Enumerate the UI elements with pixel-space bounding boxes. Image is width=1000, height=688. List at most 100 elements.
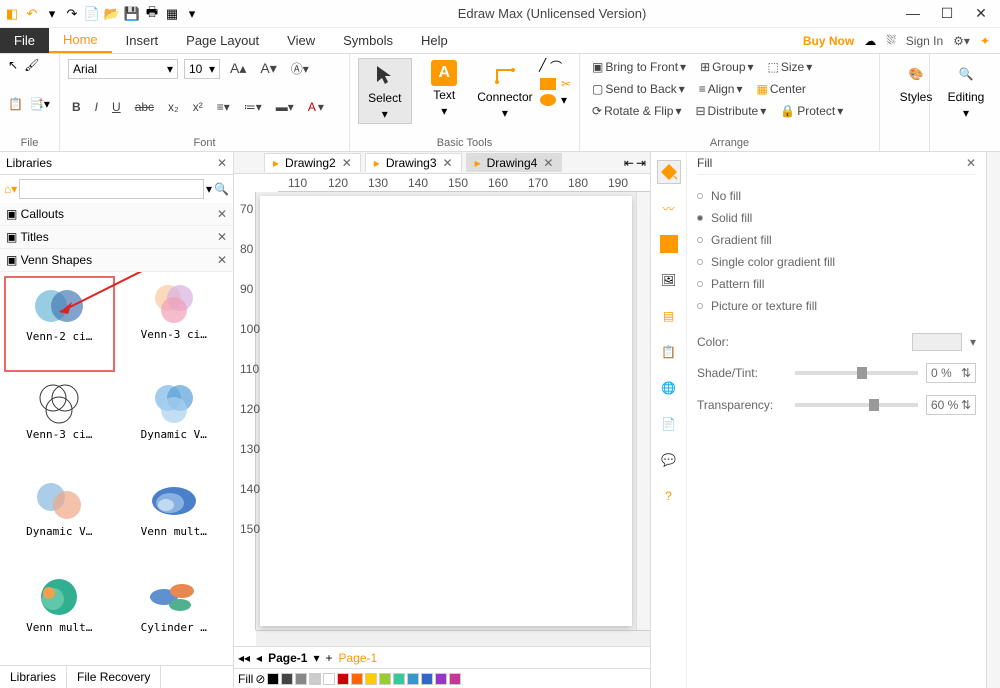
transparency-slider[interactable]	[795, 403, 918, 407]
doc-tab-1[interactable]: ▸Drawing2✕	[264, 153, 361, 172]
radio-texture-fill[interactable]: Picture or texture fill	[697, 295, 976, 317]
buy-now-link[interactable]: Buy Now	[803, 34, 854, 48]
line-tool[interactable]: ╱	[539, 58, 546, 75]
shape-venn-mult2[interactable]: Venn mult…	[4, 569, 115, 661]
nav-right-icon[interactable]: ⇥	[636, 156, 646, 170]
swatch[interactable]	[267, 673, 279, 685]
increase-font-icon[interactable]: A▴	[226, 58, 250, 79]
rect-tool[interactable]	[539, 77, 557, 91]
section-venn[interactable]: ▣ Venn Shapes✕	[0, 249, 233, 272]
group-button[interactable]: ⊞ Group ▾	[696, 58, 757, 76]
editing-button[interactable]: 🔍 Editing▾	[938, 58, 994, 122]
shape-venn3-outline[interactable]: Venn-3 ci…	[4, 376, 115, 468]
shapes-more-icon[interactable]: ▾	[561, 93, 567, 107]
italic-icon[interactable]: I	[91, 98, 102, 116]
shade-value[interactable]: 0 %⇅	[926, 363, 976, 383]
tab-page-layout[interactable]: Page Layout	[172, 29, 273, 52]
ellipse-tool[interactable]	[539, 93, 557, 107]
protect-button[interactable]: 🔒 Protect ▾	[776, 102, 847, 120]
bring-front-button[interactable]: ▣ Bring to Front ▾	[588, 58, 690, 76]
minimize-button[interactable]: —	[904, 5, 922, 22]
bold-icon[interactable]: B	[68, 98, 85, 116]
transparency-value[interactable]: 60 %⇅	[926, 395, 976, 415]
swatch[interactable]	[449, 673, 461, 685]
qat-more-icon[interactable]: ▾	[184, 6, 200, 22]
globe-icon[interactable]: 🌐	[657, 376, 681, 400]
font-color-icon[interactable]: A▾	[304, 98, 328, 116]
shape-venn-mult1[interactable]: Venn mult…	[119, 473, 230, 565]
search-dropdown-icon[interactable]: ▾	[206, 182, 212, 196]
add-page-icon[interactable]: +	[325, 651, 332, 665]
settings-icon[interactable]: ⚙▾	[953, 34, 970, 48]
copy-icon[interactable]: 📑▾	[29, 97, 50, 111]
shade-slider[interactable]	[795, 371, 918, 375]
maximize-button[interactable]: ☐	[938, 5, 956, 22]
radio-solid-fill[interactable]: Solid fill	[697, 207, 976, 229]
close-icon[interactable]: ✕	[342, 156, 352, 170]
swatch[interactable]	[295, 673, 307, 685]
line-spacing-icon[interactable]: ≡▾	[213, 98, 234, 116]
print-icon[interactable]: 🖶	[144, 6, 160, 22]
vertical-scrollbar[interactable]	[636, 192, 650, 630]
swatch[interactable]	[407, 673, 419, 685]
swatch[interactable]	[365, 673, 377, 685]
tab-help[interactable]: Help	[407, 29, 462, 52]
section-callouts[interactable]: ▣ Callouts✕	[0, 203, 233, 226]
tab-view[interactable]: View	[273, 29, 329, 52]
font-size-select[interactable]: 10▾	[184, 59, 220, 79]
highlight-icon[interactable]: ▬▾	[272, 98, 298, 116]
shape-dynamic-v1[interactable]: Dynamic V…	[119, 376, 230, 468]
shape-venn2[interactable]: Venn-2 ci…	[4, 276, 115, 372]
open-icon[interactable]: 📂	[104, 6, 120, 22]
libraries-close-icon[interactable]: ✕	[217, 156, 227, 170]
file-menu[interactable]: File	[0, 28, 49, 53]
search-icon[interactable]: 🔍	[214, 182, 229, 196]
close-button[interactable]: ✕	[972, 5, 990, 22]
clear-format-icon[interactable]: Ⓐ▾	[287, 58, 313, 79]
close-icon[interactable]: ✕	[543, 156, 553, 170]
radio-pattern-fill[interactable]: Pattern fill	[697, 273, 976, 295]
swatch[interactable]	[421, 673, 433, 685]
shape-dynamic-v2[interactable]: Dynamic V…	[4, 473, 115, 565]
share-icon[interactable]: ⛆	[886, 33, 896, 48]
subscript-icon[interactable]: x₂	[164, 98, 183, 116]
canvas-page[interactable]	[260, 196, 632, 626]
swatch[interactable]	[435, 673, 447, 685]
text-tool[interactable]: A Text▾	[418, 58, 471, 120]
radio-single-gradient[interactable]: Single color gradient fill	[697, 251, 976, 273]
rotate-flip-button[interactable]: ⟳ Rotate & Flip ▾	[588, 102, 685, 120]
page-button[interactable]: Page-1	[268, 651, 307, 665]
connector-tool[interactable]: Connector▾	[477, 58, 533, 122]
close-icon[interactable]: ✕	[443, 156, 453, 170]
swatch[interactable]	[281, 673, 293, 685]
document-icon[interactable]: 📄	[657, 412, 681, 436]
paste-icon[interactable]: 📋	[8, 97, 23, 111]
fill-icon[interactable]	[657, 160, 681, 184]
color-picker[interactable]	[912, 333, 962, 351]
send-back-button[interactable]: ▢ Send to Back ▾	[588, 80, 689, 98]
image-icon[interactable]: 🖼	[657, 268, 681, 292]
fill-panel-close-icon[interactable]: ✕	[966, 156, 976, 170]
distribute-button[interactable]: ⊟ Distribute ▾	[691, 102, 770, 120]
home-icon[interactable]: ⌂▾	[4, 182, 17, 196]
doc-tab-2[interactable]: ▸Drawing3✕	[365, 153, 462, 172]
redo-icon[interactable]: ↷	[64, 6, 80, 22]
dropdown-icon[interactable]: ▾	[44, 6, 60, 22]
save-icon[interactable]: 💾	[124, 6, 140, 22]
doc-tab-3[interactable]: ▸Drawing4✕	[466, 153, 563, 172]
swatch[interactable]	[393, 673, 405, 685]
clipboard-icon[interactable]: 📋	[657, 340, 681, 364]
right-scrollbar[interactable]	[986, 152, 1000, 688]
swatch[interactable]	[323, 673, 335, 685]
superscript-icon[interactable]: x²	[189, 98, 207, 116]
select-tool[interactable]: Select▾	[358, 58, 412, 124]
new-icon[interactable]: 📄	[84, 6, 100, 22]
shape-cylinder[interactable]: Cylinder …	[119, 569, 230, 661]
swatch[interactable]	[351, 673, 363, 685]
swatch[interactable]	[379, 673, 391, 685]
swatch[interactable]	[309, 673, 321, 685]
horizontal-scrollbar[interactable]	[256, 630, 650, 646]
format-painter-icon[interactable]: 🖌	[24, 58, 39, 72]
align-button[interactable]: ≡ Align ▾	[695, 80, 747, 98]
library-search-input[interactable]	[19, 179, 204, 199]
